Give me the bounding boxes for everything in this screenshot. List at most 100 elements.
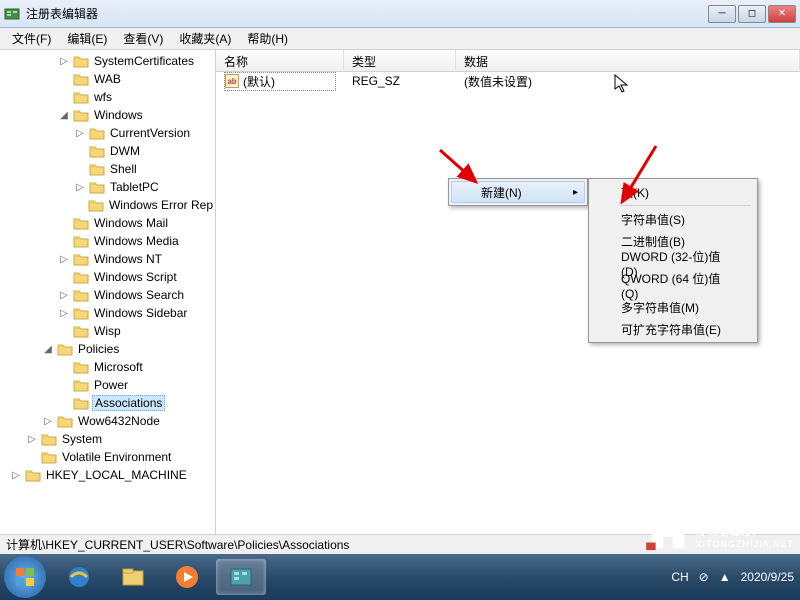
tree-item-label: Power bbox=[92, 378, 130, 392]
submenu-item-multi[interactable]: 多字符串值(M) bbox=[591, 296, 755, 318]
tree-expander-icon[interactable]: ▷ bbox=[74, 128, 86, 139]
tree-item-label: CurrentVersion bbox=[108, 126, 192, 140]
tree-expander-icon[interactable]: ▷ bbox=[58, 308, 70, 319]
folder-icon bbox=[73, 360, 89, 374]
folder-icon bbox=[73, 252, 89, 266]
tree-item[interactable]: Volatile Environment bbox=[0, 448, 215, 466]
folder-icon bbox=[73, 72, 89, 86]
tree-item-label: Volatile Environment bbox=[60, 450, 173, 464]
context-menu: 新建(N) ▸ bbox=[448, 178, 588, 206]
menu-file[interactable]: 文件(F) bbox=[4, 28, 59, 49]
folder-icon bbox=[41, 450, 57, 464]
tree-expander-icon[interactable]: ▷ bbox=[58, 290, 70, 301]
tree-item-label: Microsoft bbox=[92, 360, 145, 374]
menu-favorites[interactable]: 收藏夹(A) bbox=[171, 28, 239, 49]
tray-flag-icon[interactable]: ▲ bbox=[719, 570, 731, 584]
tree-item[interactable]: Windows Mail bbox=[0, 214, 215, 232]
tree-item-label: Wow6432Node bbox=[76, 414, 162, 428]
tree-item[interactable]: ▷ Windows NT bbox=[0, 250, 215, 268]
tree-item-label: HKEY_LOCAL_MACHINE bbox=[44, 468, 189, 482]
tree-item[interactable]: WAB bbox=[0, 70, 215, 88]
tree-item[interactable]: ◢ Windows bbox=[0, 106, 215, 124]
tree-item-label: System bbox=[60, 432, 104, 446]
system-tray[interactable]: CH ⊘ ▲ 2020/9/25 bbox=[671, 570, 794, 584]
windows-logo-icon bbox=[12, 564, 38, 590]
folder-icon bbox=[73, 306, 89, 320]
window-title: 注册表编辑器 bbox=[26, 5, 708, 22]
watermark-sub: XITONGZHIJIA.NET bbox=[696, 539, 794, 549]
folder-icon bbox=[89, 144, 105, 158]
tray-help-icon[interactable]: ⊘ bbox=[699, 570, 709, 584]
taskbar-mediaplayer[interactable] bbox=[162, 559, 212, 595]
tree-item-label: Shell bbox=[108, 162, 139, 176]
tree-item-label: DWM bbox=[108, 144, 142, 158]
menu-edit[interactable]: 编辑(E) bbox=[59, 28, 115, 49]
tree-item[interactable]: ▷Windows Search bbox=[0, 286, 215, 304]
taskbar-explorer[interactable] bbox=[108, 559, 158, 595]
tree-item[interactable]: Associations bbox=[0, 394, 215, 412]
list-row[interactable]: ab(默认)REG_SZ(数值未设置) bbox=[216, 72, 800, 90]
menu-view[interactable]: 查看(V) bbox=[115, 28, 171, 49]
tree-item[interactable]: ◢ Policies bbox=[0, 340, 215, 358]
submenu-item-qword[interactable]: QWORD (64 位)值(Q) bbox=[591, 274, 755, 296]
tree-expander-icon[interactable]: ▷ bbox=[42, 416, 54, 427]
tree-item-label: Windows bbox=[92, 108, 145, 122]
tree-item[interactable]: Windows Media bbox=[0, 232, 215, 250]
close-button[interactable]: ✕ bbox=[768, 5, 796, 23]
folder-icon bbox=[89, 180, 105, 194]
folder-icon bbox=[73, 378, 89, 392]
tree-item-label: Windows Sidebar bbox=[92, 306, 189, 320]
submenu-item-string[interactable]: 字符串值(S) bbox=[591, 208, 755, 230]
tree-expander-icon[interactable]: ◢ bbox=[58, 110, 70, 121]
tree-item[interactable]: ▷ Wow6432Node bbox=[0, 412, 215, 430]
tree-item[interactable]: Power bbox=[0, 376, 215, 394]
start-button[interactable] bbox=[4, 556, 46, 598]
tray-ime[interactable]: CH bbox=[671, 570, 688, 584]
tree-item[interactable]: Shell bbox=[0, 160, 215, 178]
minimize-button[interactable]: ─ bbox=[708, 5, 736, 23]
tree-item[interactable]: Microsoft bbox=[0, 358, 215, 376]
col-header-name[interactable]: 名称 bbox=[216, 50, 344, 71]
col-header-data[interactable]: 数据 bbox=[456, 50, 800, 71]
tree-item-label: Windows Media bbox=[92, 234, 181, 248]
tree-item-label: Windows NT bbox=[92, 252, 164, 266]
menu-item-new[interactable]: 新建(N) ▸ bbox=[451, 181, 585, 203]
tree-item-label: TabletPC bbox=[108, 180, 161, 194]
tree-expander-icon[interactable]: ◢ bbox=[42, 344, 54, 355]
tree-item[interactable]: Wisp bbox=[0, 322, 215, 340]
list-pane[interactable]: 名称 类型 数据 ab(默认)REG_SZ(数值未设置) 新建(N) ▸ 项(K… bbox=[216, 50, 800, 534]
tree-pane[interactable]: ▷SystemCertificatesWABwfs ◢ Windows ▷ Curren… bbox=[0, 50, 216, 534]
folder-icon bbox=[73, 54, 89, 68]
menu-item-new-label: 新建(N) bbox=[481, 184, 522, 201]
menu-help[interactable]: 帮助(H) bbox=[239, 28, 296, 49]
watermark-house-icon bbox=[644, 514, 692, 552]
tree-expander-icon[interactable]: ▷ bbox=[58, 254, 70, 265]
submenu-item-key[interactable]: 项(K) bbox=[591, 181, 755, 203]
tree-item[interactable]: ▷SystemCertificates bbox=[0, 52, 215, 70]
tree-expander-icon[interactable]: ▷ bbox=[58, 56, 70, 67]
tree-item[interactable]: ▷ TabletPC bbox=[0, 178, 215, 196]
tree-item[interactable]: ▷ System bbox=[0, 430, 215, 448]
tree-item[interactable]: ▷ HKEY_LOCAL_MACHINE bbox=[0, 466, 215, 484]
folder-icon bbox=[88, 198, 104, 212]
folder-icon bbox=[73, 234, 89, 248]
tree-item[interactable]: ▷ Windows Sidebar bbox=[0, 304, 215, 322]
tree-item[interactable]: wfs bbox=[0, 88, 215, 106]
tree-expander-icon[interactable]: ▷ bbox=[10, 470, 22, 481]
tree-item-label: Policies bbox=[76, 342, 121, 356]
maximize-button[interactable]: ◻ bbox=[738, 5, 766, 23]
tree-item[interactable]: Windows Script bbox=[0, 268, 215, 286]
folder-icon bbox=[73, 396, 89, 410]
col-header-type[interactable]: 类型 bbox=[344, 50, 456, 71]
tree-expander-icon[interactable]: ▷ bbox=[26, 434, 38, 445]
tree-item[interactable]: Windows Error Rep bbox=[0, 196, 215, 214]
taskbar-regedit[interactable] bbox=[216, 559, 266, 595]
submenu-item-expand[interactable]: 可扩充字符串值(E) bbox=[591, 318, 755, 340]
tree-expander-icon[interactable]: ▷ bbox=[74, 182, 86, 193]
tree-item[interactable]: ▷ CurrentVersion bbox=[0, 124, 215, 142]
folder-icon bbox=[73, 216, 89, 230]
taskbar-ie[interactable] bbox=[54, 559, 104, 595]
tree-item[interactable]: DWM bbox=[0, 142, 215, 160]
regedit-task-icon bbox=[227, 563, 255, 591]
folder-icon bbox=[57, 414, 73, 428]
